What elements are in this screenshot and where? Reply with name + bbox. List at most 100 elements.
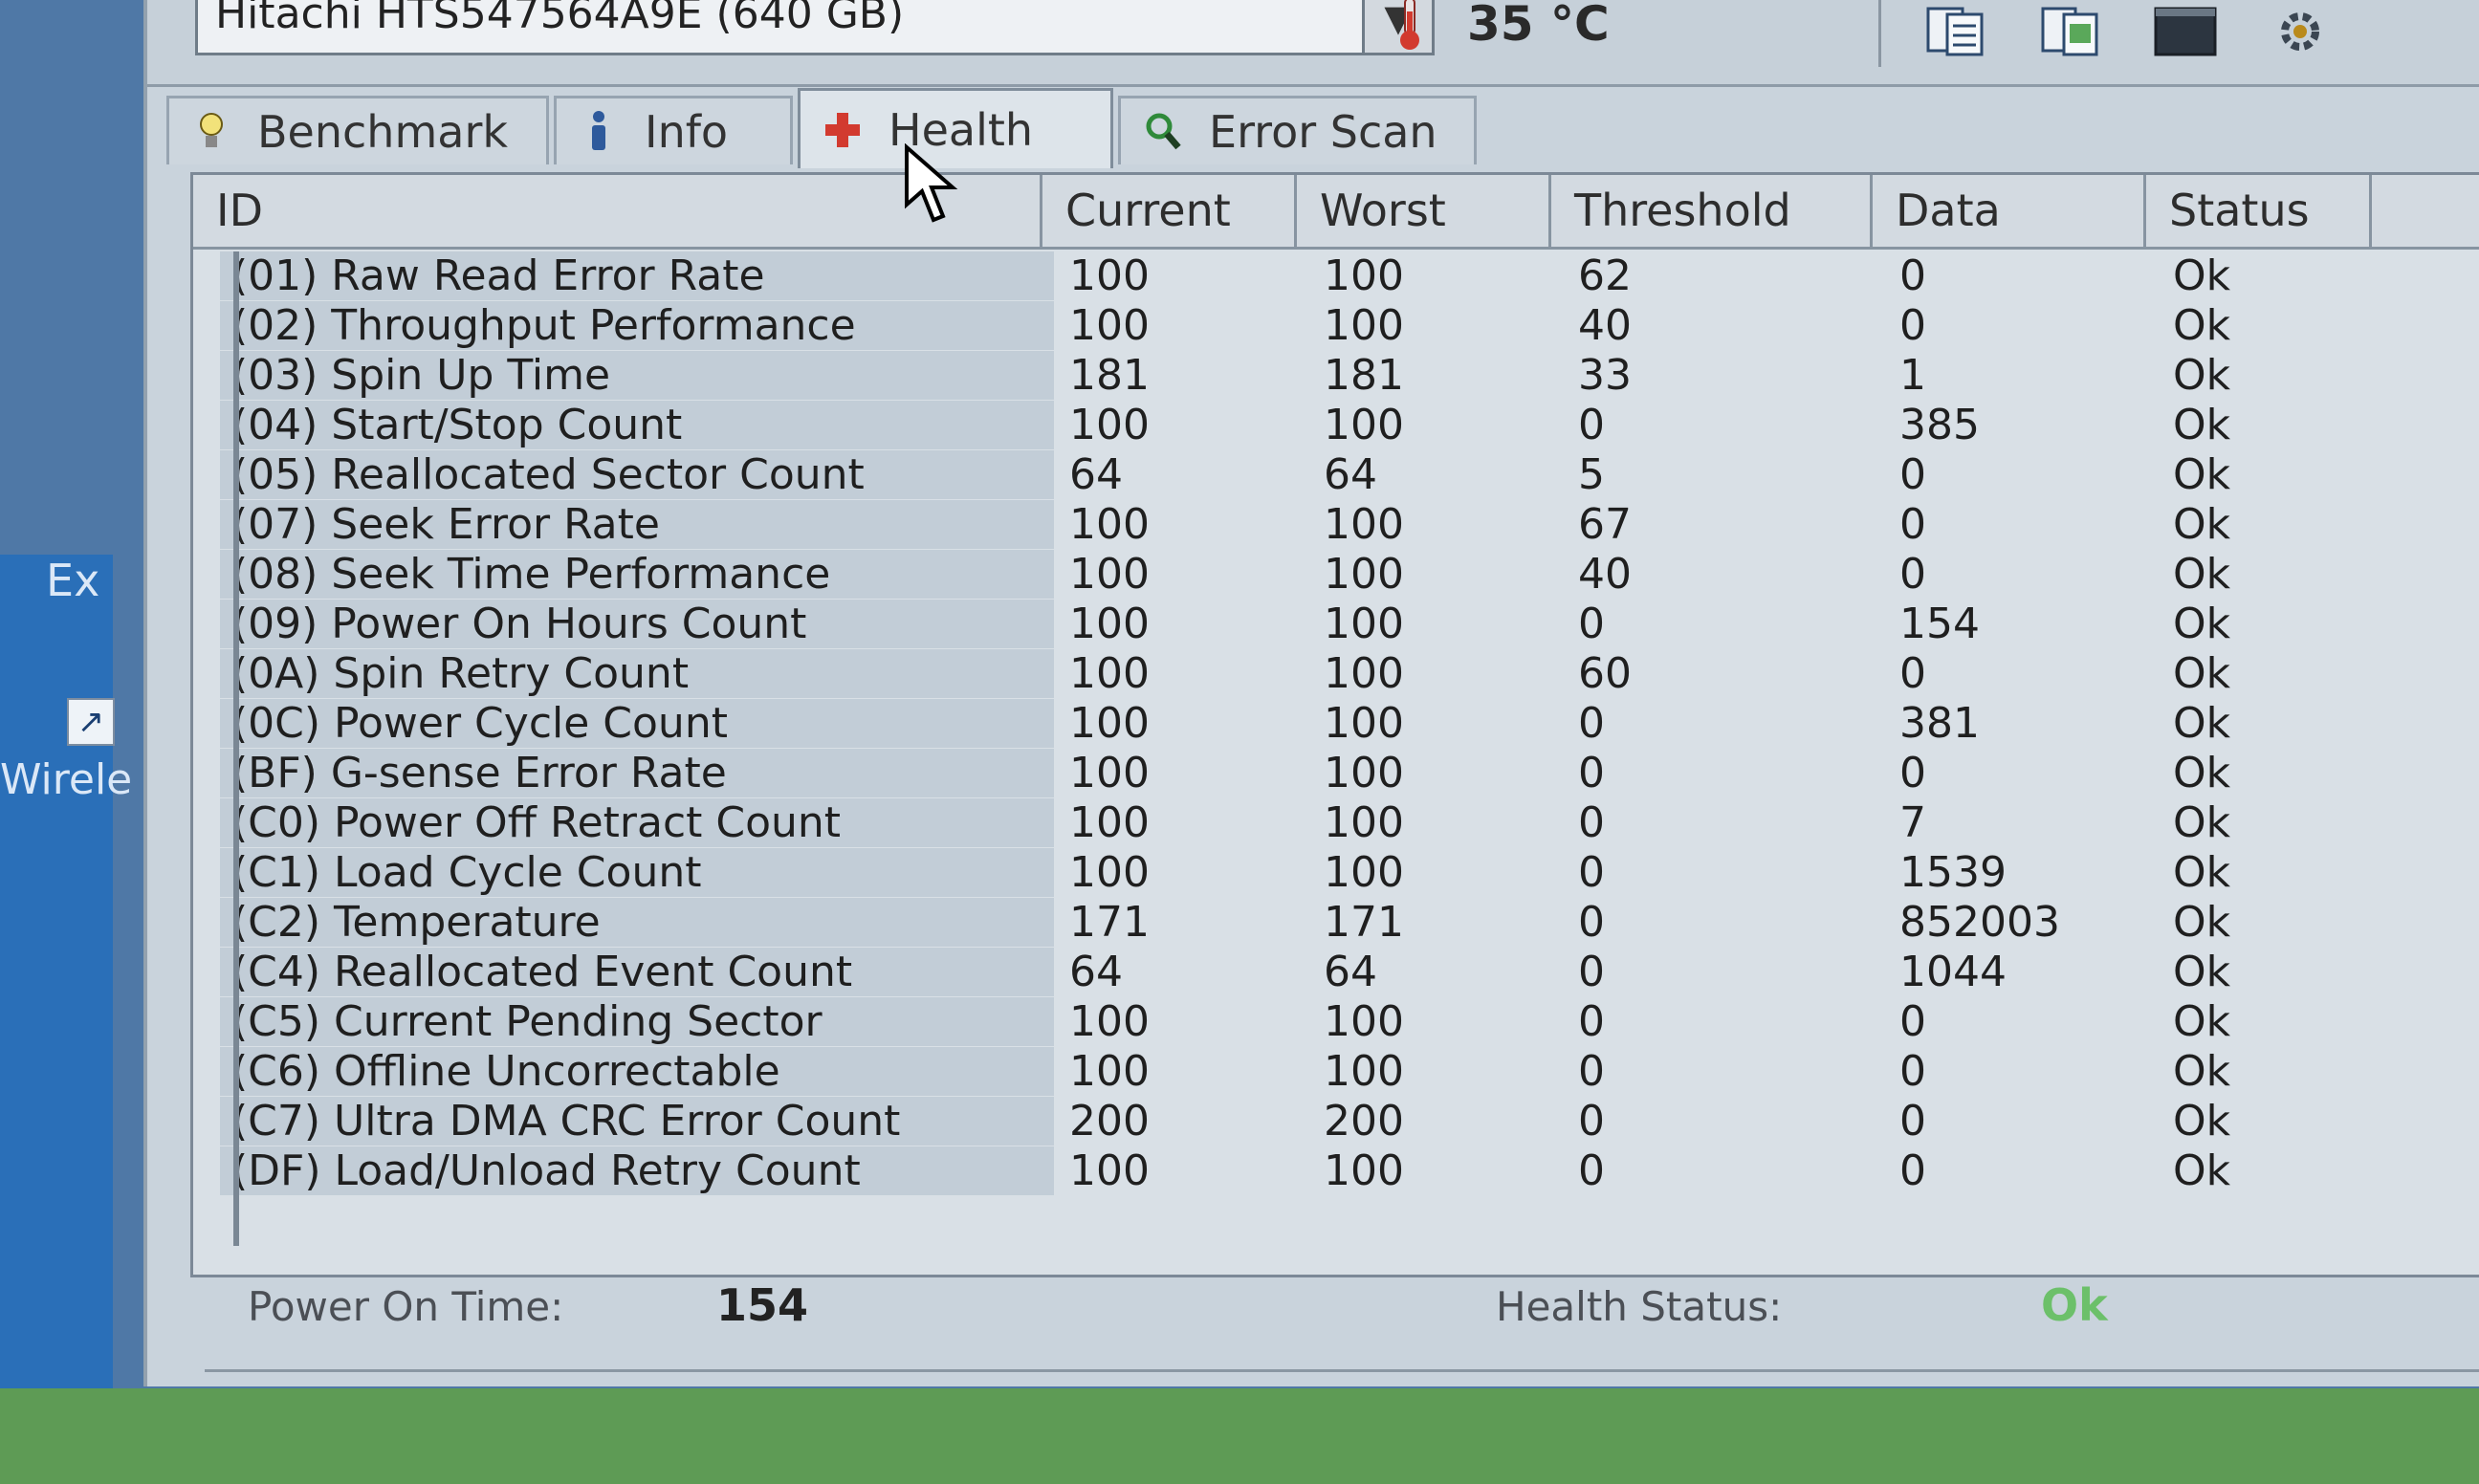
table-row[interactable]: (01) Raw Read Error Rate 100 100 62 0 Ok (193, 251, 2479, 300)
cell-id: (04) Start/Stop Count (220, 401, 1054, 449)
table-header: ID Current Worst Threshold Data Status (193, 175, 2479, 250)
cell-status: Ok (2173, 798, 2231, 847)
column-header-threshold[interactable]: Threshold (1551, 175, 1873, 250)
cell-status: Ok (2173, 450, 2231, 499)
options-button[interactable] (2261, 0, 2339, 63)
table-row[interactable]: (0A) Spin Retry Count 100 100 60 0 Ok (193, 649, 2479, 698)
cell-threshold: 0 (1578, 948, 1605, 996)
options-icon (2281, 12, 2319, 51)
cell-worst: 64 (1324, 948, 1377, 996)
cell-id: (C4) Reallocated Event Count (220, 948, 1054, 996)
cell-status: Ok (2173, 500, 2231, 549)
table-row[interactable]: (C2) Temperature 171 171 0 852003 Ok (193, 898, 2479, 947)
cell-data: 0 (1899, 749, 1926, 797)
power-on-time-value: 154 (716, 1279, 809, 1331)
cell-threshold: 0 (1578, 699, 1605, 748)
cell-threshold: 5 (1578, 450, 1605, 499)
cell-threshold: 60 (1578, 649, 1632, 698)
tab-info[interactable]: Info (554, 96, 793, 164)
table-row[interactable]: (BF) G-sense Error Rate 100 100 0 0 Ok (193, 749, 2479, 797)
cell-data: 0 (1899, 649, 1926, 698)
cell-worst: 100 (1324, 550, 1404, 599)
cell-status: Ok (2173, 351, 2231, 400)
cell-current: 100 (1069, 1047, 1150, 1096)
cell-id: (09) Power On Hours Count (220, 600, 1054, 648)
cell-threshold: 0 (1578, 401, 1605, 449)
cell-status: Ok (2173, 1146, 2231, 1195)
cell-current: 100 (1069, 997, 1150, 1046)
table-row[interactable]: (C1) Load Cycle Count 100 100 0 1539 Ok (193, 848, 2479, 897)
cell-data: 7 (1899, 798, 1926, 847)
shortcut-arrow-icon[interactable]: ↗ (67, 698, 115, 746)
cell-worst: 100 (1324, 749, 1404, 797)
table-row[interactable]: (08) Seek Time Performance 100 100 40 0 … (193, 550, 2479, 599)
cell-threshold: 67 (1578, 500, 1632, 549)
table-row[interactable]: (C6) Offline Uncorrectable 100 100 0 0 O… (193, 1047, 2479, 1096)
cell-id: (03) Spin Up Time (220, 351, 1054, 400)
table-row[interactable]: (07) Seek Error Rate 100 100 67 0 Ok (193, 500, 2479, 549)
column-header-status[interactable]: Status (2146, 175, 2372, 250)
table-row[interactable]: (C0) Power Off Retract Count 100 100 0 7… (193, 798, 2479, 847)
copy-info-button[interactable] (2031, 0, 2110, 63)
cell-data: 0 (1899, 251, 1926, 300)
health-cross-icon (825, 112, 860, 147)
cell-worst: 100 (1324, 401, 1404, 449)
column-header-data[interactable]: Data (1873, 175, 2146, 250)
cell-id: (05) Reallocated Sector Count (220, 450, 1054, 499)
bulb-icon (200, 112, 223, 147)
cell-data: 385 (1899, 401, 1980, 449)
cell-id: (01) Raw Read Error Rate (220, 251, 1054, 300)
thermometer-icon (1400, 0, 1419, 50)
table-row[interactable]: (03) Spin Up Time 181 181 33 1 Ok (193, 351, 2479, 400)
cell-current: 100 (1069, 848, 1150, 897)
cell-threshold: 40 (1578, 301, 1632, 350)
drive-select-value: Hitachi HTS547564A9E (640 GB) (215, 0, 905, 38)
cell-data: 1 (1899, 351, 1926, 400)
magnifier-icon (1146, 113, 1181, 149)
cell-current: 64 (1069, 948, 1123, 996)
cell-data: 0 (1899, 1097, 1926, 1146)
copy-text-icon (1926, 7, 1984, 56)
cell-current: 100 (1069, 500, 1150, 549)
copy-text-button[interactable] (1917, 0, 1995, 63)
cell-data: 0 (1899, 301, 1926, 350)
cell-status: Ok (2173, 649, 2231, 698)
cell-current: 181 (1069, 351, 1150, 400)
table-row[interactable]: (C7) Ultra DMA CRC Error Count 200 200 0… (193, 1097, 2479, 1146)
cell-status: Ok (2173, 749, 2231, 797)
cell-data: 0 (1899, 550, 1926, 599)
tab-error-scan[interactable]: Error Scan (1118, 96, 1477, 164)
cell-current: 100 (1069, 550, 1150, 599)
cell-id: (BF) G-sense Error Rate (220, 749, 1054, 797)
cell-data: 852003 (1899, 898, 2060, 947)
cell-threshold: 62 (1578, 251, 1632, 300)
cell-id: (C5) Current Pending Sector (220, 997, 1054, 1046)
table-row[interactable]: (02) Throughput Performance 100 100 40 0… (193, 301, 2479, 350)
table-row[interactable]: (09) Power On Hours Count 100 100 0 154 … (193, 600, 2479, 648)
table-row[interactable]: (04) Start/Stop Count 100 100 0 385 Ok (193, 401, 2479, 449)
cell-worst: 100 (1324, 848, 1404, 897)
info-person-icon (592, 110, 605, 150)
desktop-icon-label[interactable]: Wirele (0, 755, 132, 804)
cell-status: Ok (2173, 948, 2231, 996)
table-row[interactable]: (C5) Current Pending Sector 100 100 0 0 … (193, 997, 2479, 1046)
column-header-worst[interactable]: Worst (1297, 175, 1551, 250)
drive-select[interactable]: Hitachi HTS547564A9E (640 GB) ▼ (195, 0, 1435, 55)
cell-threshold: 0 (1578, 848, 1605, 897)
cell-data: 1539 (1899, 848, 2007, 897)
cell-id: (0A) Spin Retry Count (220, 649, 1054, 698)
screenshot-button[interactable] (2146, 0, 2225, 63)
copy-info-icon (2041, 7, 2098, 56)
cell-data: 0 (1899, 450, 1926, 499)
cell-status: Ok (2173, 898, 2231, 947)
tab-benchmark[interactable]: Benchmark (166, 96, 549, 164)
cell-threshold: 33 (1578, 351, 1632, 400)
table-row[interactable]: (DF) Load/Unload Retry Count 100 100 0 0… (193, 1146, 2479, 1195)
cell-current: 64 (1069, 450, 1123, 499)
table-row[interactable]: (C4) Reallocated Event Count 64 64 0 104… (193, 948, 2479, 996)
cell-threshold: 40 (1578, 550, 1632, 599)
table-row[interactable]: (05) Reallocated Sector Count 64 64 5 0 … (193, 450, 2479, 499)
table-row[interactable]: (0C) Power Cycle Count 100 100 0 381 Ok (193, 699, 2479, 748)
desktop-wallpaper (0, 1388, 2479, 1484)
column-header-current[interactable]: Current (1042, 175, 1297, 250)
